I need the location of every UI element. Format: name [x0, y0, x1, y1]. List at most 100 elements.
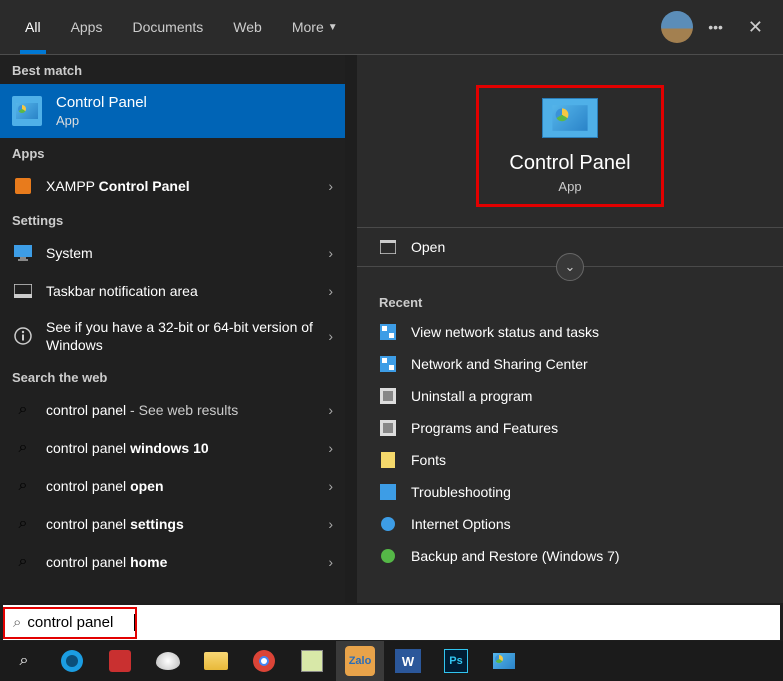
web-result-label: control panel open: [46, 478, 320, 494]
expand-button[interactable]: ⌄: [556, 253, 584, 281]
open-icon: [379, 238, 397, 256]
best-match-text: Control Panel App: [56, 94, 147, 128]
web-result-label: control panel windows 10: [46, 440, 320, 456]
settings-result-taskbar[interactable]: Taskbar notification area ›: [0, 272, 345, 310]
recent-item[interactable]: Programs and Features: [357, 412, 783, 444]
recent-label: Fonts: [411, 452, 446, 468]
app-icon: [301, 650, 323, 672]
web-result-label: control panel - See web results: [46, 402, 320, 418]
user-avatar[interactable]: [661, 11, 693, 43]
taskbar-zalo[interactable]: Zalo: [336, 641, 384, 681]
chevron-down-icon: ⌄: [565, 259, 576, 275]
internet-options-icon: [379, 515, 397, 533]
close-icon[interactable]: ✕: [738, 12, 773, 43]
web-result-label: control panel home: [46, 554, 320, 570]
recent-item[interactable]: Troubleshooting: [357, 476, 783, 508]
network-sharing-icon: [379, 355, 397, 373]
recent-label: Uninstall a program: [411, 388, 532, 404]
settings-label: Taskbar notification area: [46, 283, 320, 299]
recent-item[interactable]: Fonts: [357, 444, 783, 476]
recent-item[interactable]: View network status and tasks: [357, 316, 783, 348]
info-icon: [12, 325, 34, 347]
search-icon: ⌕: [12, 437, 34, 459]
tab-all[interactable]: All: [10, 0, 56, 54]
programs-icon: [379, 419, 397, 437]
taskbar-app-green[interactable]: [288, 641, 336, 681]
search-input[interactable]: [27, 614, 135, 631]
chevron-right-icon: ›: [328, 440, 333, 456]
tab-more[interactable]: More▼: [277, 0, 353, 54]
preview-highlight-box: Control Panel App: [476, 85, 663, 207]
taskbar-word[interactable]: W: [384, 641, 432, 681]
recent-item[interactable]: Internet Options: [357, 508, 783, 540]
zalo-icon: Zalo: [345, 646, 375, 676]
taskbar-icon: [12, 280, 34, 302]
web-result[interactable]: ⌕ control panel - See web results ›: [0, 391, 345, 429]
taskbar-chrome[interactable]: [240, 641, 288, 681]
preview-title: Control Panel: [509, 152, 630, 175]
recent-label: Troubleshooting: [411, 484, 511, 500]
section-settings: Settings: [0, 205, 345, 234]
settings-result-system[interactable]: System ›: [0, 234, 345, 272]
recent-item[interactable]: Uninstall a program: [357, 380, 783, 412]
taskbar-app-wing[interactable]: [144, 641, 192, 681]
search-icon: ⌕: [13, 614, 21, 631]
search-icon: ⌕: [12, 551, 34, 573]
taskbar-file-explorer[interactable]: [192, 641, 240, 681]
chevron-right-icon: ›: [328, 328, 333, 344]
chevron-right-icon: ›: [328, 178, 333, 194]
taskbar-control-panel[interactable]: [480, 641, 528, 681]
web-result[interactable]: ⌕ control panel open ›: [0, 467, 345, 505]
preview-panel: Control Panel App Open ⌄ Recent View net…: [357, 55, 783, 603]
search-icon: ⌕: [20, 652, 29, 670]
section-recent: Recent: [357, 281, 783, 316]
chevron-right-icon: ›: [328, 402, 333, 418]
taskbar-search-button[interactable]: ⌕: [0, 641, 48, 681]
taskbar: ⌕ Zalo W Ps: [0, 641, 783, 681]
settings-label: System: [46, 245, 320, 261]
section-search-web: Search the web: [0, 362, 345, 391]
web-result[interactable]: ⌕ control panel windows 10 ›: [0, 429, 345, 467]
app-result-xampp[interactable]: XAMPP Control Panel ›: [0, 167, 345, 205]
chevron-right-icon: ›: [328, 516, 333, 532]
recent-item[interactable]: Network and Sharing Center: [357, 348, 783, 380]
search-bar: ⌕: [3, 605, 780, 640]
control-panel-icon: [493, 653, 515, 669]
more-options-icon[interactable]: •••: [708, 19, 723, 35]
recent-item[interactable]: Backup and Restore (Windows 7): [357, 540, 783, 572]
app-result-label: XAMPP Control Panel: [46, 178, 320, 194]
recent-label: Backup and Restore (Windows 7): [411, 548, 620, 564]
action-label: Open: [411, 239, 445, 255]
app-icon: [109, 650, 131, 672]
control-panel-icon: [12, 96, 42, 126]
web-result[interactable]: ⌕ control panel settings ›: [0, 505, 345, 543]
best-match-item[interactable]: Control Panel App: [0, 84, 345, 138]
section-best-match: Best match: [0, 55, 345, 84]
tab-apps[interactable]: Apps: [56, 0, 118, 54]
xampp-icon: [12, 175, 34, 197]
settings-result-bitness[interactable]: See if you have a 32-bit or 64-bit versi…: [0, 310, 345, 362]
tab-documents[interactable]: Documents: [117, 0, 218, 54]
fonts-icon: [379, 451, 397, 469]
search-icon: ⌕: [12, 513, 34, 535]
recent-label: Network and Sharing Center: [411, 356, 588, 372]
tab-web[interactable]: Web: [218, 0, 277, 54]
folder-icon: [204, 652, 228, 670]
chrome-icon: [252, 649, 276, 673]
preview-header: Control Panel App: [357, 55, 783, 227]
search-icon: ⌕: [12, 399, 34, 421]
recent-label: Internet Options: [411, 516, 511, 532]
taskbar-app-red[interactable]: [96, 641, 144, 681]
taskbar-photoshop[interactable]: Ps: [432, 641, 480, 681]
filter-tabs: All Apps Documents Web More▼: [10, 0, 353, 54]
recent-label: Programs and Features: [411, 420, 558, 436]
uninstall-icon: [379, 387, 397, 405]
settings-label: See if you have a 32-bit or 64-bit versi…: [46, 318, 320, 354]
search-icon: ⌕: [12, 475, 34, 497]
chevron-right-icon: ›: [328, 283, 333, 299]
web-result[interactable]: ⌕ control panel home ›: [0, 543, 345, 581]
best-match-type: App: [56, 113, 147, 128]
photoshop-icon: Ps: [444, 649, 468, 673]
taskbar-edge[interactable]: [48, 641, 96, 681]
section-apps: Apps: [0, 138, 345, 167]
